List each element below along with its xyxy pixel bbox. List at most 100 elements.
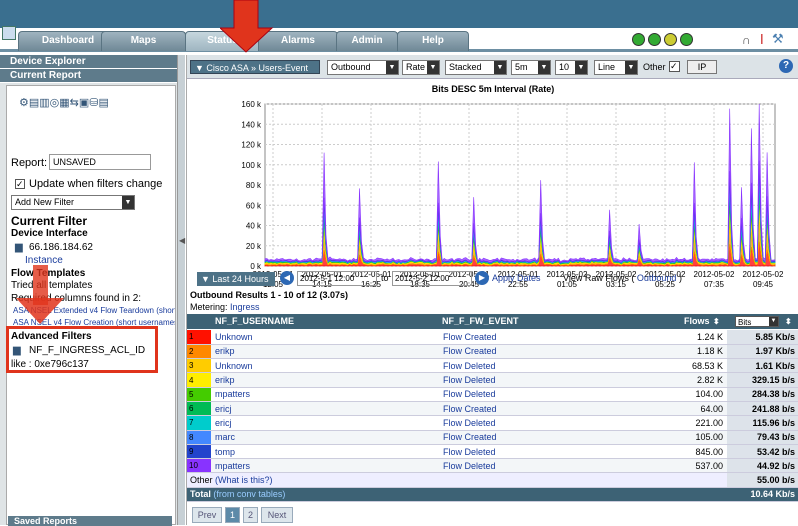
chevron-down-icon[interactable]: ▼ — [538, 61, 550, 74]
chevron-down-icon[interactable]: ▼ — [122, 196, 134, 209]
table-row[interactable]: 10 mpatters Flow Deleted 537.00 44.92 b/s — [187, 458, 798, 474]
results-header: NF_F_USERNAME NF_F_FW_EVENT Flows ⬍ Bits… — [187, 314, 798, 329]
table-row[interactable]: 4 erikp Flow Deleted 2.82 K 329.15 b/s — [187, 372, 798, 388]
row-username[interactable]: ericj — [211, 415, 439, 431]
other-bits: 55.00 b/s — [727, 472, 798, 488]
prev-page-button[interactable]: Prev — [192, 507, 222, 523]
tab-maps[interactable]: Maps — [101, 31, 186, 51]
table-row[interactable]: 5 mpatters Flow Deleted 104.00 284.38 b/s — [187, 387, 798, 402]
add-filter-select[interactable]: Add New Filter ▼ — [11, 195, 135, 210]
row-index: 1 — [187, 330, 211, 345]
row-event[interactable]: Flow Created — [439, 430, 679, 445]
line-value: Line — [598, 62, 616, 72]
row-bits: 44.92 b/s — [727, 458, 798, 474]
row-username[interactable]: Unknown — [211, 358, 439, 374]
y-tick-label: 40 k — [246, 222, 262, 231]
sidebar-collapse-bar[interactable] — [178, 55, 185, 525]
col-username[interactable]: NF_F_USERNAME — [215, 314, 294, 329]
chevron-down-icon[interactable]: ▼ — [575, 61, 587, 74]
row-index: 3 — [187, 358, 211, 374]
table-row[interactable]: 6 ericj Flow Created 64.00 241.88 b/s — [187, 401, 798, 417]
interval-select[interactable]: 5m ▼ — [511, 60, 551, 75]
ip-button[interactable]: IP — [687, 60, 717, 74]
to-date-input[interactable]: 2012-5-2 12:00 — [392, 271, 472, 286]
current-report-header[interactable]: Current Report — [0, 69, 177, 83]
app-icon[interactable] — [2, 26, 16, 40]
chevron-down-icon[interactable]: ▼ — [427, 61, 439, 74]
row-username[interactable]: mpatters — [211, 387, 439, 402]
status-yellow-icon — [664, 33, 677, 46]
sort-icon[interactable]: ⬍ — [785, 314, 792, 329]
row-username[interactable]: Unknown — [211, 330, 439, 345]
collapse-arrow-icon[interactable]: ◀ — [179, 236, 185, 245]
row-username[interactable]: mpatters — [211, 458, 439, 474]
table-row[interactable]: 9 tomp Flow Deleted 845.00 53.42 b/s — [187, 444, 798, 460]
row-username[interactable]: tomp — [211, 444, 439, 460]
measure-value: Rate — [406, 62, 426, 72]
row-bits: 115.96 b/s — [727, 415, 798, 431]
tab-admin[interactable]: Admin — [336, 31, 398, 51]
metering-link[interactable]: Ingress — [230, 302, 260, 312]
page-1-button[interactable]: 1 — [225, 507, 240, 523]
report-name-input[interactable]: UNSAVED — [49, 154, 151, 170]
row-event[interactable]: Flow Deleted — [439, 358, 679, 374]
table-row[interactable]: 7 ericj Flow Deleted 221.00 115.96 b/s — [187, 415, 798, 431]
row-event[interactable]: Flow Created — [439, 330, 679, 345]
table-row[interactable]: 2 erikp Flow Created 1.18 K 1.97 Kb/s — [187, 344, 798, 360]
page-2-button[interactable]: 2 — [243, 507, 258, 523]
headset-icon[interactable]: ∩ — [742, 33, 751, 47]
tab-help[interactable]: Help — [397, 31, 469, 51]
other-checkbox[interactable]: ✓ — [669, 61, 680, 72]
next-page-button[interactable]: Next — [261, 507, 293, 523]
device-explorer-header[interactable]: Device Explorer — [0, 55, 177, 69]
row-username[interactable]: erikp — [211, 372, 439, 388]
col-flows[interactable]: Flows — [684, 314, 710, 329]
line-select[interactable]: Line ▼ — [594, 60, 638, 75]
chevron-down-icon[interactable]: ▼ — [769, 317, 778, 326]
stack-select[interactable]: Stacked ▼ — [445, 60, 507, 75]
sort-icon[interactable]: ⬍ — [713, 314, 720, 329]
table-row[interactable]: 1 Unknown Flow Created 1.24 K 5.85 Kb/s — [187, 330, 798, 345]
raw-flows-label: View Raw Flows ( — [563, 273, 635, 283]
row-username[interactable]: marc — [211, 430, 439, 445]
apply-dates-link[interactable]: Apply Dates — [492, 273, 541, 283]
row-flows: 68.53 K — [679, 358, 727, 374]
table-row[interactable]: 8 marc Flow Created 105.00 79.43 b/s — [187, 430, 798, 445]
table-row[interactable]: 3 Unknown Flow Deleted 68.53 K 1.61 Kb/s — [187, 358, 798, 374]
row-event[interactable]: Flow Deleted — [439, 387, 679, 402]
measure-select[interactable]: Rate ▼ — [402, 60, 440, 75]
chevron-down-icon[interactable]: ▼ — [625, 61, 637, 74]
raw-flows-link[interactable]: Outbound — [637, 273, 677, 283]
col-fw-event[interactable]: NF_F_FW_EVENT — [442, 314, 519, 329]
conv-tables-link[interactable]: (from conv tables) — [213, 489, 285, 499]
y-tick-label: 100 k — [241, 161, 262, 170]
row-bits: 5.85 Kb/s — [727, 330, 798, 345]
what-is-this-link[interactable]: (What is this?) — [215, 475, 273, 485]
row-event[interactable]: Flow Deleted — [439, 372, 679, 388]
report-toolbar-icons[interactable]: ⚙▤▥◎▦⇆▣⛁▤ — [19, 96, 159, 110]
breadcrumb-button[interactable]: ▼ Cisco ASA » Users-Event — [190, 60, 320, 74]
y-tick-label: 20 k — [246, 242, 262, 251]
count-select[interactable]: 10 ▼ — [555, 60, 588, 75]
direction-value: Outbound — [331, 62, 371, 72]
tools-icon[interactable]: ⚒ — [772, 31, 784, 47]
direction-select[interactable]: Outbound ▼ — [327, 60, 399, 75]
bits-select[interactable]: Bits ▼ — [735, 316, 779, 327]
pin-icon[interactable]: ǀ — [760, 31, 764, 47]
row-event[interactable]: Flow Created — [439, 344, 679, 360]
row-event[interactable]: Flow Created — [439, 401, 679, 417]
row-username[interactable]: ericj — [211, 401, 439, 417]
time-range-button[interactable]: ▼ Last 24 Hours — [197, 272, 275, 286]
row-event[interactable]: Flow Deleted — [439, 458, 679, 474]
chevron-down-icon[interactable]: ▼ — [494, 61, 506, 74]
from-date-input[interactable]: 2012-5-1 12:00 — [297, 271, 377, 286]
prev-time-icon[interactable]: ◀ — [280, 271, 294, 285]
help-icon[interactable]: ? — [779, 59, 793, 73]
update-checkbox[interactable]: ✓ — [15, 179, 25, 189]
row-index: 10 — [187, 458, 211, 474]
row-event[interactable]: Flow Deleted — [439, 444, 679, 460]
row-event[interactable]: Flow Deleted — [439, 415, 679, 431]
chevron-down-icon[interactable]: ▼ — [386, 61, 398, 74]
next-time-icon[interactable]: ▶ — [475, 271, 489, 285]
row-username[interactable]: erikp — [211, 344, 439, 360]
